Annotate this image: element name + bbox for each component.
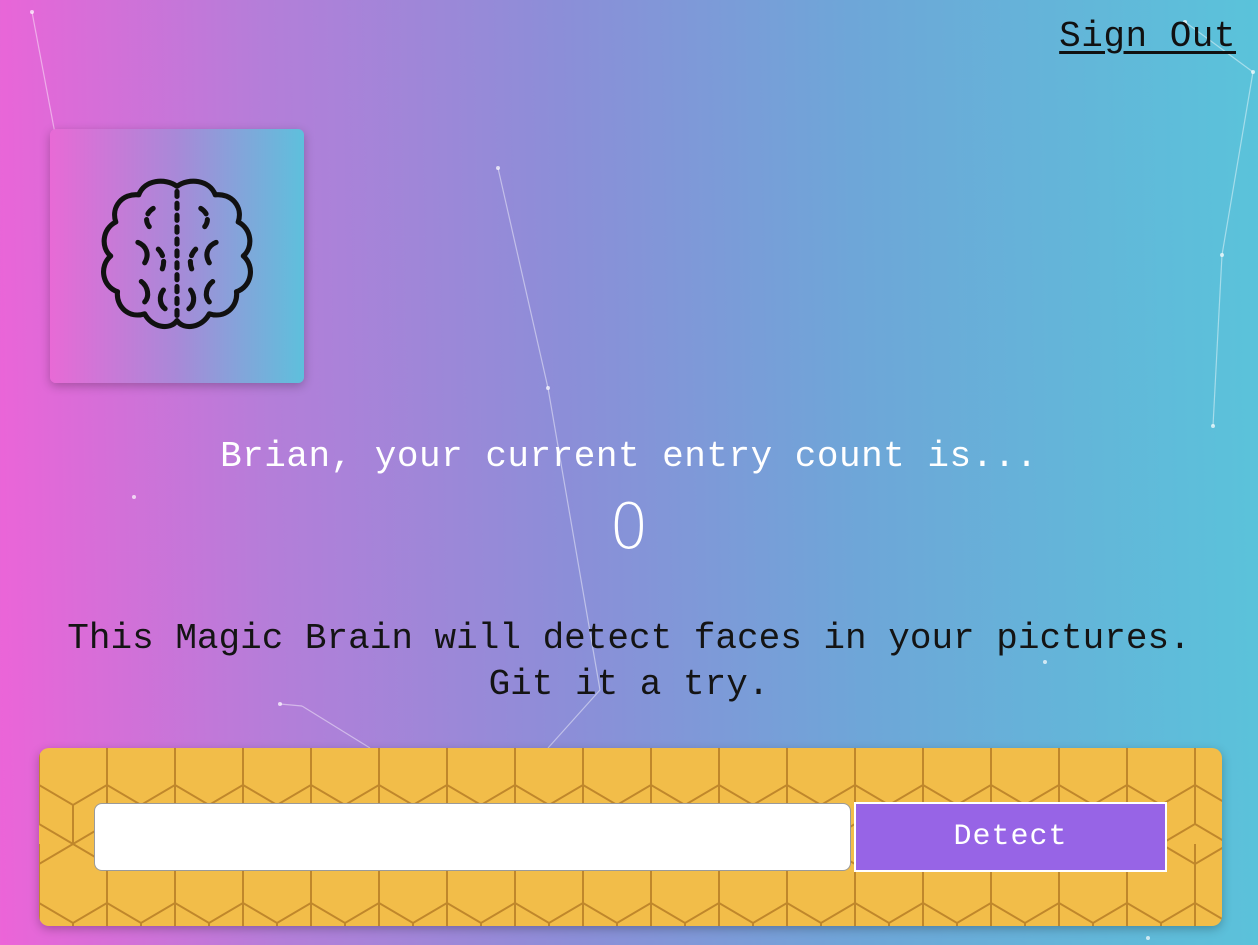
logo-card	[50, 129, 304, 383]
entry-count-value: 0	[609, 490, 649, 563]
image-link-form: Detect	[39, 748, 1222, 926]
entry-count-message: Brian, your current entry count is...	[220, 436, 1038, 477]
image-url-input[interactable]	[94, 803, 851, 871]
detect-button[interactable]: Detect	[854, 802, 1167, 872]
description-line-1: This Magic Brain will detect faces in yo…	[67, 618, 1191, 659]
app-description: This Magic Brain will detect faces in yo…	[0, 616, 1258, 708]
description-line-2: Git it a try.	[488, 664, 770, 705]
sign-out-link[interactable]: Sign Out	[1059, 16, 1236, 57]
brain-icon	[101, 178, 253, 330]
